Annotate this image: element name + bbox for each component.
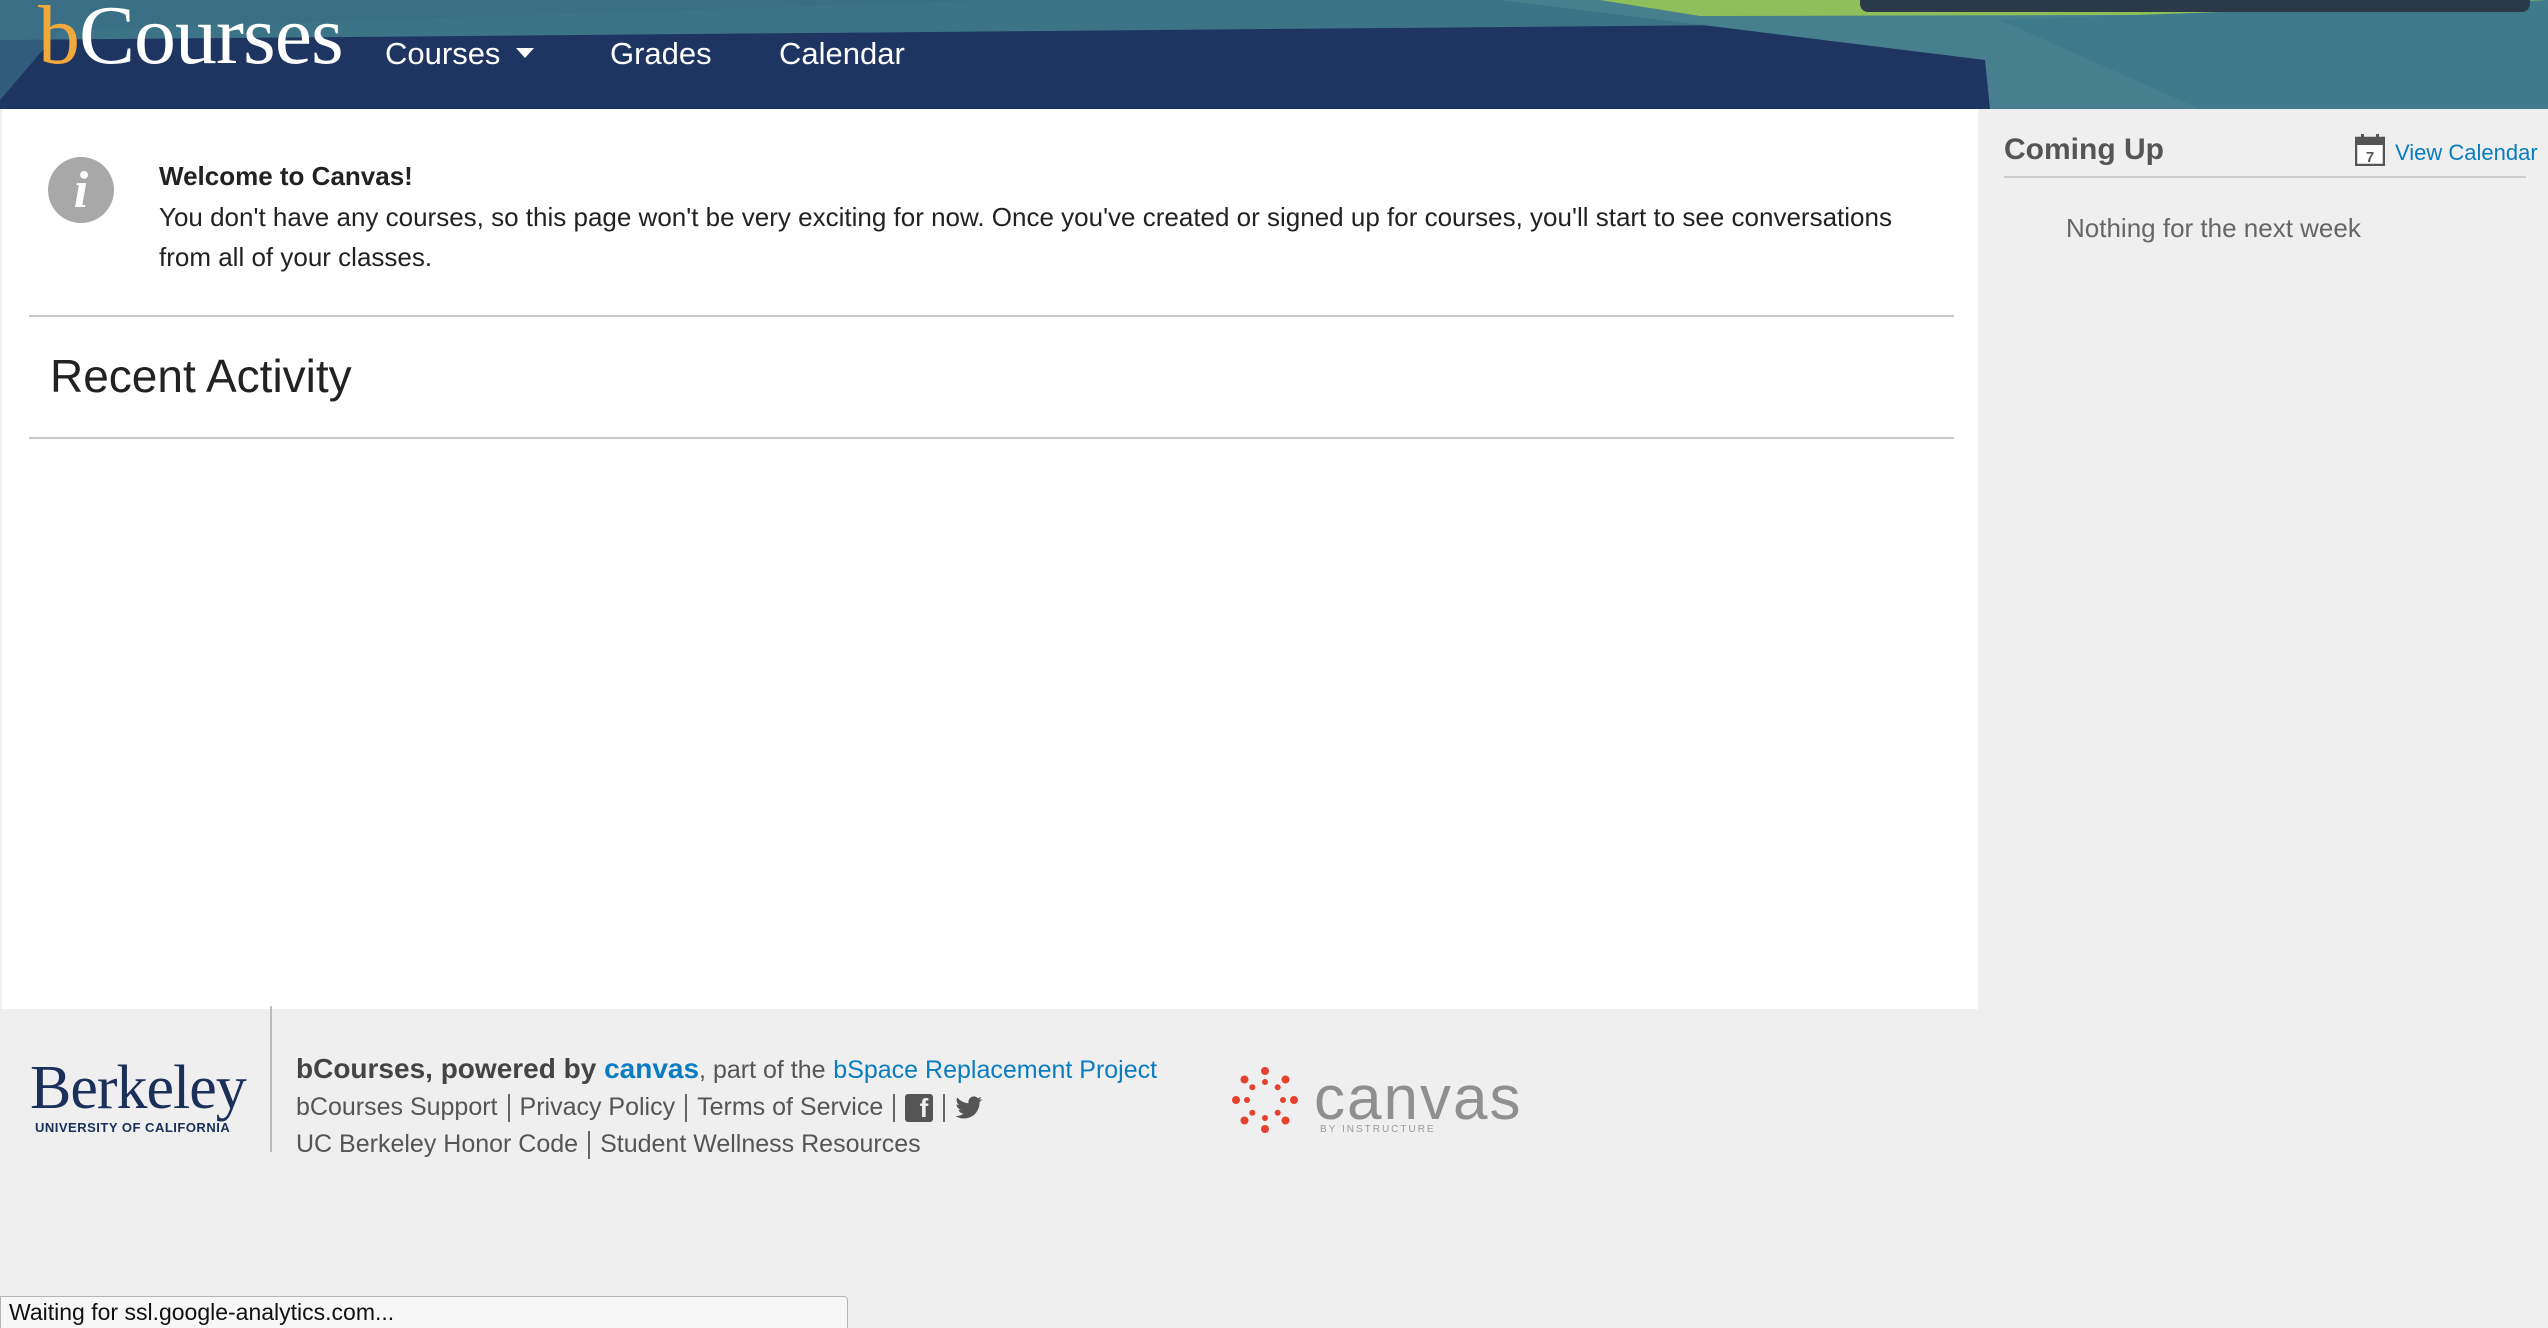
separator [588, 1131, 591, 1160]
privacy-policy-link[interactable]: Privacy Policy [520, 1093, 676, 1121]
divider [29, 315, 1954, 317]
main-content: i Welcome to Canvas! You don't have any … [2, 109, 1978, 1009]
bcourses-logo[interactable]: bCourses [38, 0, 344, 78]
footer-links-row-2: UC Berkeley Honor Code Student Wellness R… [296, 1130, 921, 1160]
nav-calendar[interactable]: Calendar [779, 36, 905, 72]
logo-letter: b [38, 0, 80, 82]
brand-prefix: bCourses, powered by [296, 1053, 597, 1084]
student-wellness-link[interactable]: Student Wellness Resources [600, 1130, 921, 1158]
coming-up-heading: Coming Up [2004, 133, 2164, 166]
canvas-link[interactable]: canvas [604, 1053, 699, 1084]
coming-up-empty-text: Nothing for the next week [2066, 213, 2361, 243]
footer-divider [270, 1006, 272, 1152]
separator [685, 1094, 688, 1123]
nav-courses[interactable]: Courses [385, 36, 535, 72]
separator [893, 1094, 896, 1123]
berkeley-logo[interactable]: Berkeley [30, 1053, 247, 1124]
terms-of-service-link[interactable]: Terms of Service [697, 1093, 883, 1121]
twitter-icon[interactable] [955, 1096, 983, 1120]
nav-courses-label: Courses [385, 36, 501, 71]
separator [507, 1094, 510, 1123]
calendar-icon-day: 7 [2366, 149, 2374, 166]
global-header: bCourses Courses Grades Calendar [0, 0, 2548, 109]
facebook-icon-glyph: f [919, 1093, 929, 1124]
footer-brand-line: bCourses, powered by canvas, part of the… [296, 1053, 1157, 1085]
brand-suffix: , part of the [699, 1056, 826, 1084]
info-icon-glyph: i [73, 162, 89, 219]
welcome-message: You don't have any courses, so this page… [159, 202, 1892, 272]
browser-status-bar: Waiting for ssl.google-analytics.com... [0, 1296, 848, 1328]
chevron-down-icon [516, 47, 535, 58]
canvas-logo-icon[interactable] [1230, 1065, 1300, 1135]
header-background [0, 0, 2548, 109]
separator [943, 1094, 946, 1123]
view-calendar-link[interactable]: View Calendar [2395, 140, 2538, 166]
divider [29, 437, 1954, 439]
honor-code-link[interactable]: UC Berkeley Honor Code [296, 1130, 578, 1158]
logo-text: Courses [79, 0, 344, 82]
info-icon: i [48, 157, 114, 223]
facebook-icon[interactable]: f [905, 1093, 934, 1124]
welcome-title: Welcome to Canvas! [159, 161, 413, 191]
footer-links-row-1: bCourses Support Privacy Policy Terms of S… [296, 1093, 983, 1124]
recent-activity-heading: Recent Activity [50, 350, 352, 402]
canvas-logo-subtitle: BY INSTRUCTURE [1320, 1124, 1436, 1135]
bcourses-support-link[interactable]: bCourses Support [296, 1093, 498, 1121]
bspace-replacement-link[interactable]: bSpace Replacement Project [833, 1056, 1157, 1084]
berkeley-logo-subtitle: UNIVERSITY OF CALIFORNIA [35, 1120, 231, 1135]
sidebar-divider [2004, 176, 2526, 178]
account-tab[interactable] [1860, 0, 2530, 12]
calendar-icon[interactable]: 7 [2355, 134, 2385, 166]
nav-grades[interactable]: Grades [610, 36, 712, 72]
